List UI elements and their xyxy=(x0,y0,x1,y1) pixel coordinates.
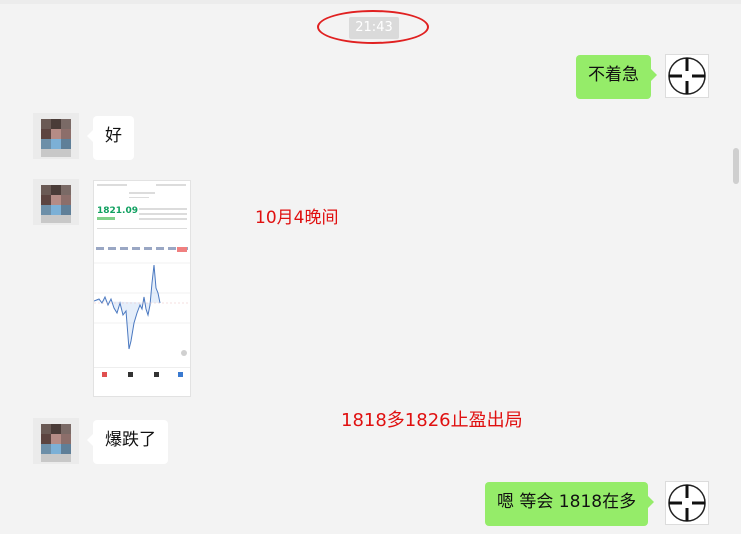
message-bubble-outgoing[interactable]: 不着急 xyxy=(576,55,657,99)
crosshair-avatar-icon[interactable] xyxy=(665,54,709,98)
annotation-trade-result: 1818多1826止盈出局 xyxy=(341,410,523,431)
price-chart-thumbnail xyxy=(94,262,190,356)
crosshair-avatar-icon[interactable] xyxy=(665,481,709,525)
avatar[interactable] xyxy=(33,113,79,159)
message-bubble-outgoing[interactable]: 嗯 等会 1818在多 xyxy=(485,482,655,526)
scrollbar-thumb[interactable] xyxy=(733,148,739,184)
image-message-thumbnail[interactable]: 1821.09 xyxy=(93,180,191,397)
avatar[interactable] xyxy=(33,418,79,464)
annotation-date: 10月4晚间 xyxy=(255,208,339,228)
phone-price: 1821.09 xyxy=(97,206,138,216)
top-border xyxy=(0,0,741,4)
avatar[interactable] xyxy=(33,179,79,225)
red-circle-annotation xyxy=(317,10,429,44)
message-bubble-incoming[interactable]: 爆跌了 xyxy=(87,420,168,464)
message-bubble-incoming[interactable]: 好 xyxy=(87,116,134,160)
